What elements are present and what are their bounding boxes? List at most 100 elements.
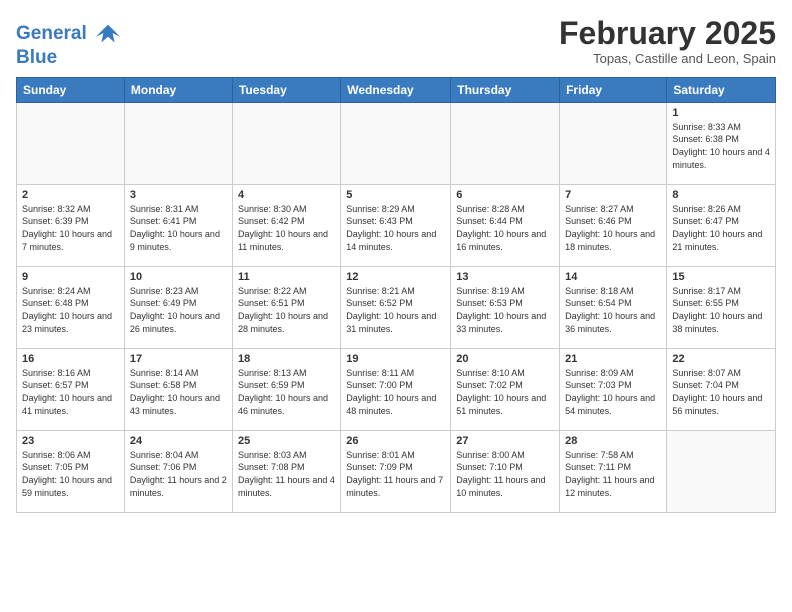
- day-info: Sunrise: 8:06 AM Sunset: 7:05 PM Dayligh…: [22, 449, 119, 499]
- day-number: 5: [346, 189, 445, 201]
- day-number: 14: [565, 271, 661, 283]
- day-info: Sunrise: 8:21 AM Sunset: 6:52 PM Dayligh…: [346, 285, 445, 335]
- title-block: February 2025 Topas, Castille and Leon, …: [559, 16, 776, 66]
- calendar-header-row: SundayMondayTuesdayWednesdayThursdayFrid…: [17, 77, 776, 102]
- weekday-header-wednesday: Wednesday: [341, 77, 451, 102]
- calendar-cell: 8 Sunrise: 8:26 AM Sunset: 6:47 PM Daylig…: [667, 184, 776, 266]
- day-info: Sunrise: 8:26 AM Sunset: 6:47 PM Dayligh…: [672, 203, 770, 253]
- calendar-table: SundayMondayTuesdayWednesdayThursdayFrid…: [16, 77, 776, 513]
- day-number: 22: [672, 353, 770, 365]
- day-info: Sunrise: 8:24 AM Sunset: 6:48 PM Dayligh…: [22, 285, 119, 335]
- calendar-cell: 6 Sunrise: 8:28 AM Sunset: 6:44 PM Daylig…: [451, 184, 560, 266]
- calendar-cell: 3 Sunrise: 8:31 AM Sunset: 6:41 PM Daylig…: [124, 184, 232, 266]
- weekday-header-tuesday: Tuesday: [232, 77, 340, 102]
- day-number: 20: [456, 353, 554, 365]
- header: General Blue February 2025 Topas, Castil…: [16, 16, 776, 69]
- calendar-cell: 21Sunrise: 8:09 AM Sunset: 7:03 PM Dayli…: [560, 348, 667, 430]
- month-title: February 2025: [559, 16, 776, 51]
- calendar-week-5: 23 Sunrise: 8:06 AM Sunset: 7:05 PM Dayli…: [17, 430, 776, 512]
- day-info: Sunrise: 8:31 AM Sunset: 6:41 PM Dayligh…: [130, 203, 227, 253]
- calendar-cell: [232, 102, 340, 184]
- day-info: Sunrise: 8:14 AM Sunset: 6:58 PM Dayligh…: [130, 367, 227, 417]
- weekday-header-monday: Monday: [124, 77, 232, 102]
- day-info: Sunrise: 8:04 AM Sunset: 7:06 PM Dayligh…: [130, 449, 227, 499]
- day-info: Sunrise: 8:23 AM Sunset: 6:49 PM Dayligh…: [130, 285, 227, 335]
- day-number: 26: [346, 435, 445, 447]
- page: General Blue February 2025 Topas, Castil…: [0, 0, 792, 612]
- calendar-cell: 27 Sunrise: 8:00 AM Sunset: 7:10 PM Dayli…: [451, 430, 560, 512]
- calendar-cell: 17 Sunrise: 8:14 AM Sunset: 6:58 PM Dayli…: [124, 348, 232, 430]
- day-info: Sunrise: 8:00 AM Sunset: 7:10 PM Dayligh…: [456, 449, 554, 499]
- weekday-header-sunday: Sunday: [17, 77, 125, 102]
- day-info: Sunrise: 8:32 AM Sunset: 6:39 PM Dayligh…: [22, 203, 119, 253]
- calendar-cell: 10 Sunrise: 8:23 AM Sunset: 6:49 PM Dayli…: [124, 266, 232, 348]
- calendar-week-2: 2 Sunrise: 8:32 AM Sunset: 6:39 PM Daylig…: [17, 184, 776, 266]
- calendar-cell: 9Sunrise: 8:24 AM Sunset: 6:48 PM Daylig…: [17, 266, 125, 348]
- day-number: 25: [238, 435, 335, 447]
- day-number: 19: [346, 353, 445, 365]
- weekday-header-saturday: Saturday: [667, 77, 776, 102]
- calendar-cell: 28 Sunrise: 7:58 AM Sunset: 7:11 PM Dayli…: [560, 430, 667, 512]
- day-number: 18: [238, 353, 335, 365]
- calendar-cell: 23 Sunrise: 8:06 AM Sunset: 7:05 PM Dayli…: [17, 430, 125, 512]
- calendar-cell: 2 Sunrise: 8:32 AM Sunset: 6:39 PM Daylig…: [17, 184, 125, 266]
- day-info: Sunrise: 7:58 AM Sunset: 7:11 PM Dayligh…: [565, 449, 661, 499]
- day-info: Sunrise: 8:27 AM Sunset: 6:46 PM Dayligh…: [565, 203, 661, 253]
- calendar-cell: 25 Sunrise: 8:03 AM Sunset: 7:08 PM Dayli…: [232, 430, 340, 512]
- day-info: Sunrise: 8:01 AM Sunset: 7:09 PM Dayligh…: [346, 449, 445, 499]
- calendar-week-4: 16 Sunrise: 8:16 AM Sunset: 6:57 PM Dayli…: [17, 348, 776, 430]
- day-info: Sunrise: 8:10 AM Sunset: 7:02 PM Dayligh…: [456, 367, 554, 417]
- location-subtitle: Topas, Castille and Leon, Spain: [559, 51, 776, 66]
- calendar-cell: 16 Sunrise: 8:16 AM Sunset: 6:57 PM Dayli…: [17, 348, 125, 430]
- day-number: 12: [346, 271, 445, 283]
- calendar-cell: 15 Sunrise: 8:17 AM Sunset: 6:55 PM Dayli…: [667, 266, 776, 348]
- day-info: Sunrise: 8:03 AM Sunset: 7:08 PM Dayligh…: [238, 449, 335, 499]
- calendar-cell: [451, 102, 560, 184]
- calendar-cell: 1 Sunrise: 8:33 AM Sunset: 6:38 PM Daylig…: [667, 102, 776, 184]
- day-number: 24: [130, 435, 227, 447]
- calendar-week-1: 1 Sunrise: 8:33 AM Sunset: 6:38 PM Daylig…: [17, 102, 776, 184]
- day-number: 11: [238, 271, 335, 283]
- day-info: Sunrise: 8:22 AM Sunset: 6:51 PM Dayligh…: [238, 285, 335, 335]
- day-info: Sunrise: 8:16 AM Sunset: 6:57 PM Dayligh…: [22, 367, 119, 417]
- day-info: Sunrise: 8:28 AM Sunset: 6:44 PM Dayligh…: [456, 203, 554, 253]
- day-number: 13: [456, 271, 554, 283]
- day-number: 6: [456, 189, 554, 201]
- day-number: 10: [130, 271, 227, 283]
- logo-blue: Blue: [16, 48, 122, 69]
- calendar-cell: [17, 102, 125, 184]
- calendar-cell: [667, 430, 776, 512]
- calendar-cell: 7 Sunrise: 8:27 AM Sunset: 6:46 PM Daylig…: [560, 184, 667, 266]
- day-info: Sunrise: 8:18 AM Sunset: 6:54 PM Dayligh…: [565, 285, 661, 335]
- day-number: 1: [672, 107, 770, 119]
- day-number: 2: [22, 189, 119, 201]
- day-number: 27: [456, 435, 554, 447]
- day-number: 17: [130, 353, 227, 365]
- logo-general: General: [16, 23, 87, 44]
- day-number: 23: [22, 435, 119, 447]
- day-number: 21: [565, 353, 661, 365]
- day-number: 3: [130, 189, 227, 201]
- day-info: Sunrise: 8:29 AM Sunset: 6:43 PM Dayligh…: [346, 203, 445, 253]
- day-number: 28: [565, 435, 661, 447]
- calendar-cell: 11 Sunrise: 8:22 AM Sunset: 6:51 PM Dayli…: [232, 266, 340, 348]
- logo-bird-icon: [94, 20, 122, 48]
- day-info: Sunrise: 8:17 AM Sunset: 6:55 PM Dayligh…: [672, 285, 770, 335]
- weekday-header-thursday: Thursday: [451, 77, 560, 102]
- day-number: 8: [672, 189, 770, 201]
- day-number: 16: [22, 353, 119, 365]
- day-number: 15: [672, 271, 770, 283]
- calendar-cell: 26 Sunrise: 8:01 AM Sunset: 7:09 PM Dayli…: [341, 430, 451, 512]
- calendar-cell: 22Sunrise: 8:07 AM Sunset: 7:04 PM Dayli…: [667, 348, 776, 430]
- logo: General Blue: [16, 20, 122, 69]
- calendar-cell: 12 Sunrise: 8:21 AM Sunset: 6:52 PM Dayli…: [341, 266, 451, 348]
- calendar-cell: 18Sunrise: 8:13 AM Sunset: 6:59 PM Dayli…: [232, 348, 340, 430]
- calendar-cell: 5 Sunrise: 8:29 AM Sunset: 6:43 PM Daylig…: [341, 184, 451, 266]
- day-info: Sunrise: 8:33 AM Sunset: 6:38 PM Dayligh…: [672, 121, 770, 171]
- calendar-week-3: 9Sunrise: 8:24 AM Sunset: 6:48 PM Daylig…: [17, 266, 776, 348]
- calendar-cell: 24 Sunrise: 8:04 AM Sunset: 7:06 PM Dayli…: [124, 430, 232, 512]
- day-number: 7: [565, 189, 661, 201]
- calendar-cell: 20 Sunrise: 8:10 AM Sunset: 7:02 PM Dayli…: [451, 348, 560, 430]
- calendar-cell: 4Sunrise: 8:30 AM Sunset: 6:42 PM Daylig…: [232, 184, 340, 266]
- calendar-cell: 14 Sunrise: 8:18 AM Sunset: 6:54 PM Dayli…: [560, 266, 667, 348]
